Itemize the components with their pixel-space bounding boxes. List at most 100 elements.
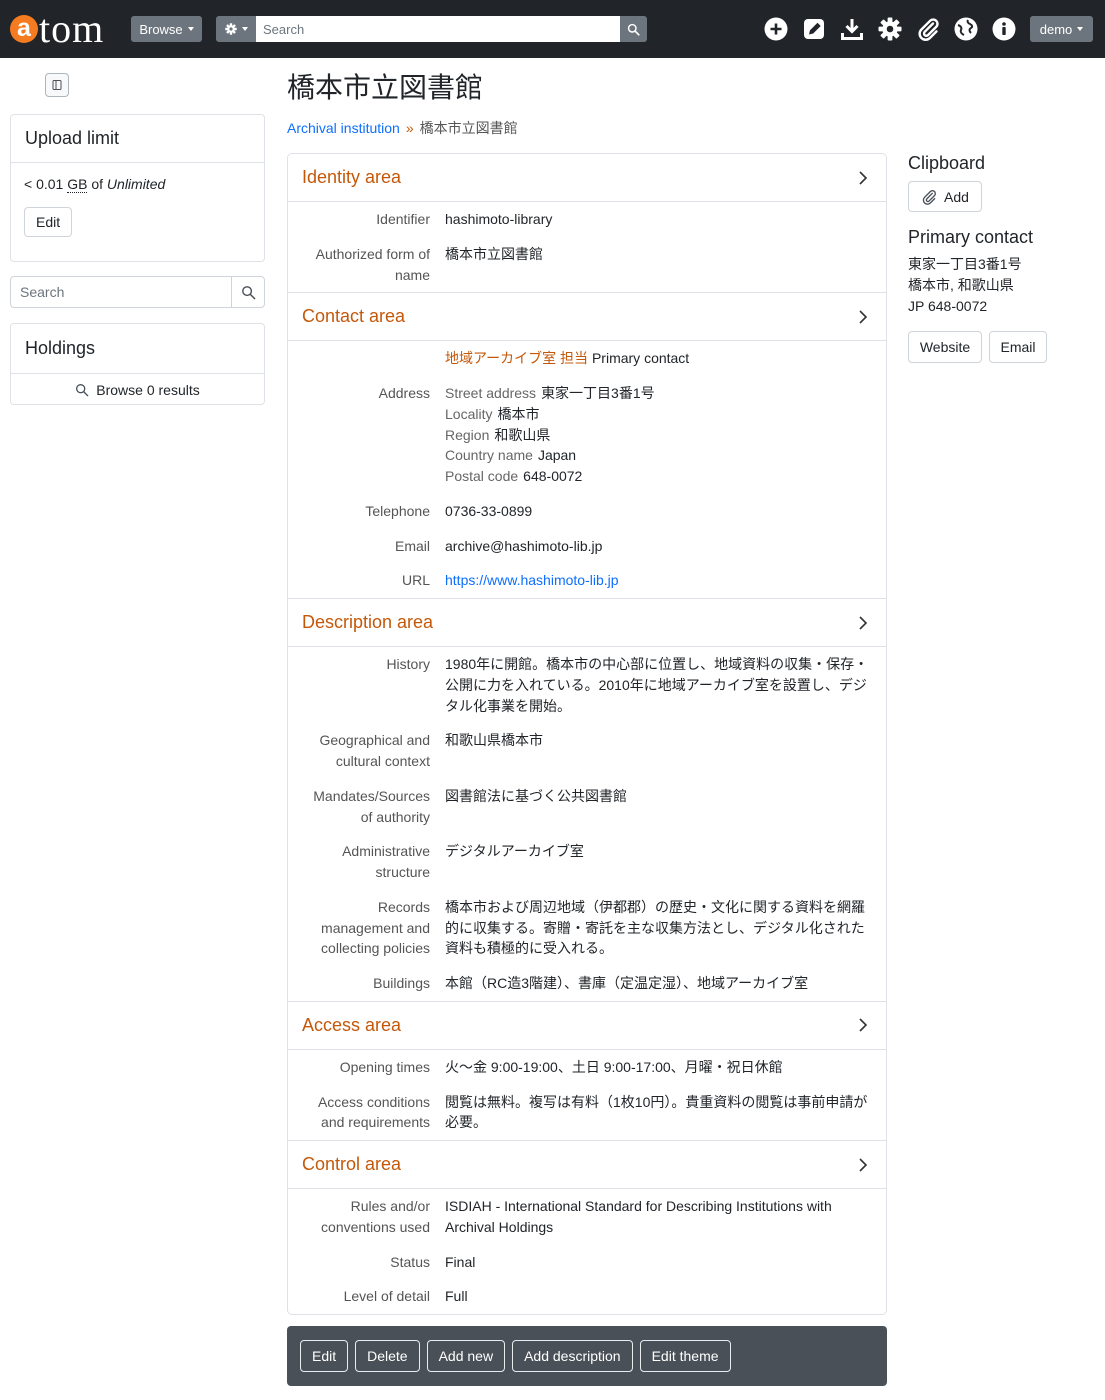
field-row: 地域アーカイブ室 担当 Primary contact xyxy=(288,341,886,376)
field-label: Email xyxy=(394,537,430,554)
address-line: Region 和歌山県 xyxy=(445,425,876,446)
telephone-value: 0736-33-0899 xyxy=(445,502,533,519)
sidebar-search-button[interactable] xyxy=(231,276,265,308)
plus-circle-icon[interactable] xyxy=(764,17,788,41)
atom-logo[interactable]: a tom xyxy=(10,8,104,50)
caret-down-icon xyxy=(1077,27,1084,31)
identity-area-header[interactable]: Identity area xyxy=(288,154,886,202)
field-label: Records management and collecting polici… xyxy=(321,898,430,957)
download-icon[interactable] xyxy=(840,17,864,41)
field-label: Identifier xyxy=(376,211,430,227)
field-value: Final xyxy=(445,1253,476,1270)
field-row: Access conditions and requirements 閲覧は無料… xyxy=(288,1085,886,1141)
contact-area-header[interactable]: Contact area xyxy=(288,293,886,342)
upload-usage: < 0.01 GB of Unlimited xyxy=(24,174,251,195)
breadcrumb-parent-link[interactable]: Archival institution xyxy=(287,120,400,136)
user-menu-button[interactable]: demo xyxy=(1030,16,1093,42)
control-area-header[interactable]: Control area xyxy=(288,1141,886,1189)
edit-theme-button[interactable]: Edit theme xyxy=(639,1340,731,1372)
email-button[interactable]: Email xyxy=(989,331,1047,363)
info-icon[interactable] xyxy=(992,17,1016,41)
field-row: Identifier hashimoto-library xyxy=(288,202,886,237)
delete-button[interactable]: Delete xyxy=(355,1340,420,1372)
website-link[interactable]: https://www.hashimoto-lib.jp xyxy=(445,572,619,588)
field-row: History 1980年に開館。橋本市の中心部に位置し、地域資料の収集・保存・… xyxy=(288,647,886,723)
field-row: URL https://www.hashimoto-lib.jp xyxy=(288,563,886,598)
field-label: Address xyxy=(378,385,430,401)
field-value: hashimoto-library xyxy=(445,211,553,227)
search-options-button[interactable] xyxy=(216,16,256,42)
browse-holdings-link[interactable]: Browse 0 results xyxy=(11,374,264,406)
logo-text: tom xyxy=(39,6,105,51)
chevron-right-icon xyxy=(857,615,869,631)
field-row: Opening times 火〜金 9:00-19:00、土日 9:00-17:… xyxy=(288,1050,886,1085)
access-area-header[interactable]: Access area xyxy=(288,1002,886,1050)
global-search-button[interactable] xyxy=(620,16,647,42)
control-area-title: Control area xyxy=(302,1154,402,1174)
contact-area-title: Contact area xyxy=(302,306,406,327)
field-label: Rules and/or conventions used xyxy=(321,1198,430,1235)
field-row: Address Street address 東家一丁目3番1号 Locality… xyxy=(288,376,886,494)
address-sub-value: 東家一丁目3番1号 xyxy=(541,385,655,401)
browse-menu-button[interactable]: Browse xyxy=(131,16,202,42)
field-label: Telephone xyxy=(365,502,430,519)
website-button[interactable]: Website xyxy=(908,331,982,363)
contact-person-row: 地域アーカイブ室 担当 Primary contact xyxy=(438,341,886,376)
primary-contact-address: 東家一丁目3番1号 橋本市, 和歌山県 JP 648-0072 xyxy=(908,254,1022,317)
address-line: 橋本市, 和歌山県 xyxy=(908,277,1014,293)
browse-holdings-label: Browse 0 results xyxy=(96,382,200,398)
institution-detail-panel: Identity area Identifier hashimoto-libra… xyxy=(287,153,887,1315)
settings-gear-icon[interactable] xyxy=(878,17,902,41)
contact-person: 地域アーカイブ室 担当 xyxy=(445,350,589,367)
url-value: https://www.hashimoto-lib.jp xyxy=(438,563,886,598)
field-value: 橋本市立図書館 xyxy=(445,245,543,262)
globe-icon[interactable] xyxy=(954,17,978,41)
field-label: History xyxy=(386,656,430,672)
description-area-header[interactable]: Description area xyxy=(288,599,886,647)
add-new-button[interactable]: Add new xyxy=(426,1340,506,1372)
field-value: デジタルアーカイブ室 xyxy=(445,843,584,860)
address-line: Country name Japan xyxy=(445,445,876,466)
address-value: Street address 東家一丁目3番1号 Locality 橋本市 Regi… xyxy=(438,376,886,494)
sidebar-search xyxy=(10,276,265,308)
field-value: 火〜金 9:00-19:00、土日 9:00-17:00、月曜・祝日休館 xyxy=(445,1058,783,1075)
edit-icon[interactable] xyxy=(802,17,826,41)
address-sub-value: Japan xyxy=(537,447,577,464)
field-row: Buildings 本館（RC造3階建）、書庫（定温定湿）、地域アーカイブ室 xyxy=(288,966,886,1001)
upload-usage-value: < 0.01 xyxy=(24,176,64,192)
breadcrumb-separator: » xyxy=(405,120,414,136)
search-icon xyxy=(75,383,89,397)
sidebar-toggle-button[interactable] xyxy=(45,73,69,97)
upload-unit: GB xyxy=(67,176,88,193)
chevron-right-icon xyxy=(857,1017,869,1033)
access-area-title: Access area xyxy=(302,1014,402,1035)
field-label: Level of detail xyxy=(343,1288,430,1305)
field-label: Status xyxy=(390,1253,430,1270)
paperclip-icon[interactable] xyxy=(916,17,940,41)
field-label: Authorized form of name xyxy=(315,245,430,283)
field-label: Buildings xyxy=(373,975,430,991)
primary-contact-title: Primary contact xyxy=(908,227,1034,247)
global-search-input[interactable] xyxy=(256,16,620,42)
field-row: Geographical and cultural context 和歌山県橋本… xyxy=(288,723,886,779)
field-value: 本館（RC造3階建）、書庫（定温定湿）、地域アーカイブ室 xyxy=(445,975,809,991)
holdings-title: Holdings xyxy=(11,324,264,374)
add-description-button[interactable]: Add description xyxy=(512,1340,633,1372)
clipboard-title: Clipboard xyxy=(908,153,986,173)
address-sub-label: Street address xyxy=(445,385,537,401)
email-value: archive@hashimoto-lib.jp xyxy=(445,537,603,554)
address-line: Locality 橋本市 xyxy=(445,404,876,425)
identity-area: Identity area Identifier hashimoto-libra… xyxy=(288,154,886,294)
address-sub-label: Region xyxy=(445,426,490,443)
edit-button[interactable]: Edit xyxy=(300,1340,349,1372)
address-sub-value: 648-0072 xyxy=(523,468,583,484)
upload-limit-edit-button[interactable]: Edit xyxy=(24,207,73,237)
clipboard-add-button[interactable]: Add xyxy=(908,181,982,212)
field-value: 閲覧は無料。複写は有料（1枚10円）。貴重資料の閲覧は事前申請が必要。 xyxy=(445,1093,868,1131)
search-icon xyxy=(627,23,640,36)
sidebar-search-input[interactable] xyxy=(10,276,231,308)
contact-area: Contact area 地域アーカイブ室 担当 Primary contact… xyxy=(288,293,886,599)
logo-letter: a xyxy=(10,15,38,43)
description-area-title: Description area xyxy=(302,612,434,632)
caret-down-icon xyxy=(187,27,194,31)
